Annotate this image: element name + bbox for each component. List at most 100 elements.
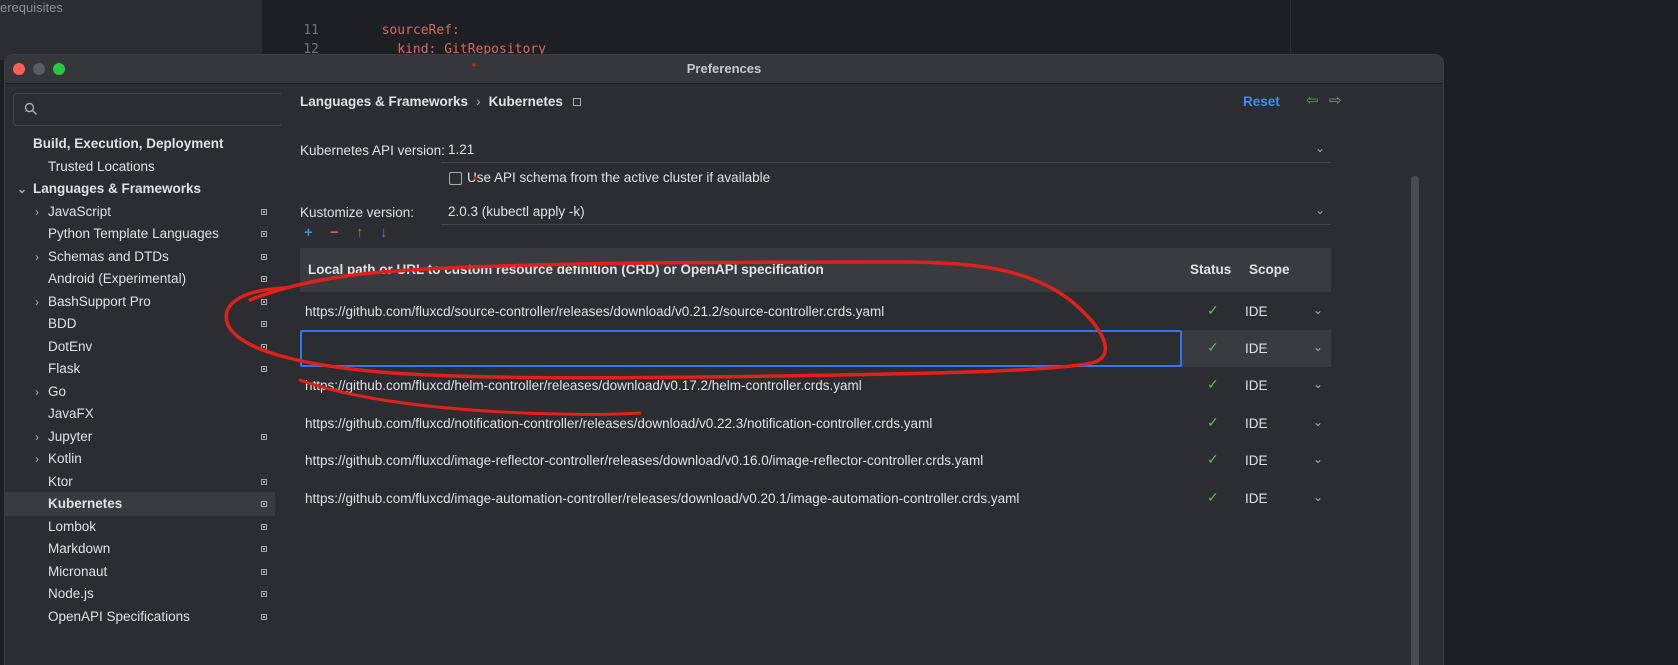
api-version-value: 1.21: [448, 142, 475, 157]
tree-item-openapi[interactable]: OpenAPI Specifications: [5, 605, 275, 629]
tree-item-kubernetes[interactable]: Kubernetes: [5, 492, 275, 516]
chevron-down-icon[interactable]: ⌄: [1313, 452, 1323, 466]
project-settings-icon: [261, 321, 267, 327]
move-down-icon[interactable]: ↓: [380, 224, 388, 241]
tree-item-build-execution[interactable]: Build, Execution, Deployment: [5, 132, 275, 156]
chevron-down-icon[interactable]: ⌄: [17, 177, 27, 201]
settings-content: Languages & Frameworks › Kubernetes Reset …: [281, 84, 1443, 665]
scope-cell[interactable]: IDE: [1245, 378, 1268, 393]
project-settings-icon: [261, 209, 267, 215]
use-api-schema-label[interactable]: Use API schema from the active cluster i…: [467, 170, 770, 185]
project-settings-icon: [261, 501, 267, 507]
project-settings-icon: [261, 591, 267, 597]
checkmark-icon: ✓: [1207, 339, 1219, 355]
tree-item-label: Ktor: [48, 474, 73, 489]
tree-item-trusted-locations[interactable]: Trusted Locations: [5, 155, 275, 179]
reset-button[interactable]: Reset: [1243, 94, 1280, 109]
search-icon: [24, 102, 37, 115]
project-settings-icon: [261, 434, 267, 440]
breadcrumb-item[interactable]: Languages & Frameworks: [300, 94, 468, 109]
tree-item-micronaut[interactable]: Micronaut: [5, 560, 275, 584]
scope-cell[interactable]: IDE: [1245, 491, 1268, 506]
tree-item-javafx[interactable]: JavaFX: [5, 402, 275, 426]
crd-url-input[interactable]: [300, 330, 1182, 367]
tree-item-lombok[interactable]: Lombok: [5, 515, 275, 539]
chevron-down-icon[interactable]: ⌄: [1313, 490, 1323, 504]
chevron-down-icon[interactable]: ⌄: [1313, 377, 1323, 391]
crd-url-cell[interactable]: https://github.com/fluxcd/image-reflecto…: [305, 453, 983, 468]
tree-item-android[interactable]: Android (Experimental): [5, 267, 275, 291]
tree-item-label: OpenAPI Specifications: [48, 609, 190, 624]
settings-search-input[interactable]: [13, 93, 283, 126]
tree-item-flask[interactable]: Flask: [5, 357, 275, 381]
settings-sidebar: Build, Execution, Deployment Trusted Loc…: [5, 84, 283, 665]
kustomize-version-value: 2.0.3 (kubectl apply -k): [448, 204, 585, 219]
table-row[interactable]: ✓ IDE ⌄: [300, 330, 1331, 367]
scope-cell[interactable]: IDE: [1245, 416, 1268, 431]
table-row[interactable]: https://github.com/fluxcd/source-control…: [300, 293, 1331, 330]
tree-item-label: Kubernetes: [48, 496, 123, 511]
table-row[interactable]: https://github.com/fluxcd/helm-controlle…: [300, 367, 1331, 404]
tree-item-label: Jupyter: [48, 429, 93, 444]
tree-item-languages-frameworks[interactable]: ⌄ Languages & Frameworks: [5, 177, 275, 201]
tree-item-jupyter[interactable]: › Jupyter: [5, 425, 275, 449]
content-scrollbar[interactable]: [1411, 176, 1419, 665]
kustomize-version-dropdown[interactable]: 2.0.3 (kubectl apply -k) ⌄: [441, 201, 1331, 225]
forward-arrow-icon[interactable]: ⇨: [1329, 91, 1342, 109]
table-row[interactable]: https://github.com/fluxcd/notification-c…: [300, 405, 1331, 442]
chevron-right-icon[interactable]: ›: [32, 245, 42, 269]
crd-url-cell[interactable]: https://github.com/fluxcd/image-automati…: [305, 491, 1019, 506]
tree-item-kotlin[interactable]: › Kotlin: [5, 447, 275, 471]
remove-icon[interactable]: −: [330, 224, 339, 241]
breadcrumb: Languages & Frameworks › Kubernetes: [300, 94, 581, 109]
tree-item-bashsupport-pro[interactable]: › BashSupport Pro: [5, 290, 275, 314]
tree-item-label: Lombok: [48, 519, 97, 534]
chevron-right-icon[interactable]: ›: [32, 447, 42, 471]
add-icon[interactable]: +: [304, 224, 313, 241]
scope-cell[interactable]: IDE: [1245, 304, 1268, 319]
tree-item-schemas-dtds[interactable]: › Schemas and DTDs: [5, 245, 275, 269]
crd-url-cell[interactable]: https://github.com/fluxcd/notification-c…: [305, 416, 932, 431]
crd-url-cell[interactable]: https://github.com/fluxcd/helm-controlle…: [305, 378, 862, 393]
tree-item-label: Python Template Languages: [48, 226, 219, 241]
checkmark-icon: ✓: [1207, 451, 1219, 467]
scope-cell[interactable]: IDE: [1245, 341, 1268, 356]
project-settings-icon: [261, 546, 267, 552]
title-bar[interactable]: Preferences: [5, 55, 1443, 84]
crd-url-cell[interactable]: https://github.com/fluxcd/source-control…: [305, 304, 884, 319]
project-settings-icon: [261, 524, 267, 530]
tree-item-ktor[interactable]: Ktor: [5, 470, 275, 494]
tree-item-markdown[interactable]: Markdown: [5, 537, 275, 561]
api-version-dropdown[interactable]: 1.21 ⌄: [441, 139, 1331, 163]
column-header-status[interactable]: Status: [1190, 262, 1231, 277]
tree-item-python-template-languages[interactable]: Python Template Languages: [5, 222, 275, 246]
chevron-down-icon[interactable]: ⌄: [1313, 415, 1323, 429]
checkmark-icon: ✓: [1207, 302, 1219, 318]
tree-item-nodejs[interactable]: Node.js: [5, 582, 275, 606]
column-header-scope[interactable]: Scope: [1249, 262, 1290, 277]
chevron-right-icon[interactable]: ›: [32, 200, 42, 224]
tree-item-go[interactable]: › Go: [5, 380, 275, 404]
chevron-right-icon[interactable]: ›: [32, 425, 42, 449]
chevron-down-icon[interactable]: ⌄: [1313, 303, 1323, 317]
tree-item-label: Go: [48, 384, 67, 399]
scope-cell[interactable]: IDE: [1245, 453, 1268, 468]
table-row[interactable]: https://github.com/fluxcd/image-reflecto…: [300, 442, 1331, 479]
tree-item-bdd[interactable]: BDD: [5, 312, 275, 336]
tree-item-label: DotEnv: [48, 339, 93, 354]
use-api-schema-checkbox[interactable]: [449, 172, 462, 185]
project-settings-icon: [261, 479, 267, 485]
project-settings-icon: [261, 254, 267, 260]
tree-item-javascript[interactable]: › JavaScript: [5, 200, 275, 224]
chevron-right-icon[interactable]: ›: [32, 380, 42, 404]
chevron-down-icon: ⌄: [1314, 203, 1325, 217]
column-header-path[interactable]: Local path or URL to custom resource def…: [308, 262, 824, 277]
table-row[interactable]: https://github.com/fluxcd/image-automati…: [300, 480, 1331, 517]
chevron-down-icon[interactable]: ⌄: [1313, 340, 1323, 354]
tree-item-dotenv[interactable]: DotEnv: [5, 335, 275, 359]
chevron-right-icon[interactable]: ›: [32, 290, 42, 314]
background-editor-right: [1290, 0, 1678, 60]
move-up-icon[interactable]: ↑: [356, 224, 364, 241]
back-arrow-icon[interactable]: ⇦: [1306, 91, 1319, 109]
table-header: Local path or URL to custom resource def…: [300, 248, 1331, 292]
